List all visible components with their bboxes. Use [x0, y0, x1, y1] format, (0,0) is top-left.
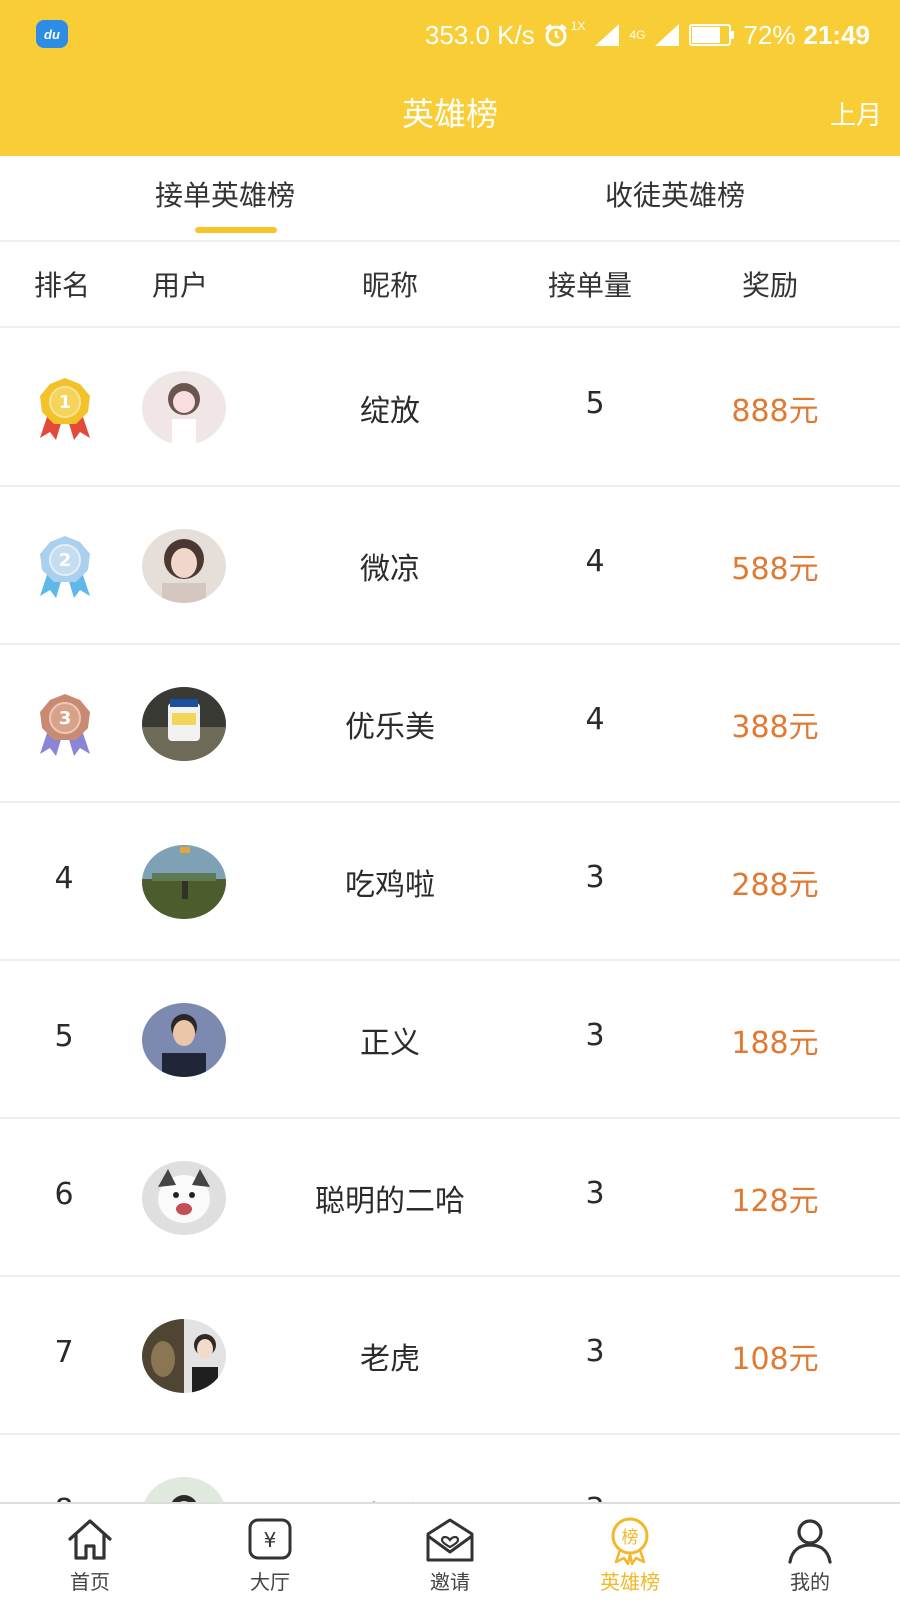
active-tab-indicator	[195, 227, 277, 233]
svg-text:1: 1	[59, 392, 72, 413]
status-bar: du 353.0 K/s 1X 4G 72% 21:49	[0, 0, 900, 70]
page-title: 英雄榜	[401, 95, 498, 133]
user-avatar	[142, 1319, 226, 1393]
nav-hall-label: 大厅	[250, 1570, 290, 1594]
reward-amount: 588元	[731, 552, 819, 587]
battery-icon	[689, 24, 735, 46]
nickname: 正义	[360, 1026, 420, 1061]
nav-mine[interactable]: 我的	[720, 1504, 900, 1602]
last-month-button[interactable]: 上月	[830, 95, 882, 132]
reward-amount: 288元	[731, 868, 819, 903]
reward-amount: 188元	[731, 1026, 819, 1061]
ranking-row[interactable]: 6 聪明的二哈 3 128元	[0, 1118, 900, 1277]
alarm-icon	[543, 22, 569, 48]
order-count: 4	[585, 702, 605, 737]
nickname: 优乐美	[345, 710, 435, 745]
user-avatar	[142, 845, 226, 919]
network-type-label: 4G	[629, 28, 646, 42]
column-header-user: 用户	[152, 269, 209, 302]
svg-text:2: 2	[59, 550, 72, 571]
network-speed: 353.0 K/s	[424, 20, 535, 50]
column-header-order-count: 接单量	[548, 269, 633, 302]
clock: 21:49	[803, 20, 871, 50]
ranking-tabs: 接单英雄榜 收徒英雄榜	[0, 156, 900, 242]
order-count: 3	[585, 1334, 605, 1369]
signal-icon-2	[653, 22, 681, 48]
order-count: 3	[585, 1018, 605, 1053]
column-header-rank: 排名	[34, 269, 91, 302]
user-avatar	[142, 529, 226, 603]
svg-text:¥: ¥	[264, 1528, 277, 1552]
column-header-reward: 奖励	[742, 269, 799, 302]
tab-order-heroes-label: 接单英雄榜	[154, 179, 295, 212]
order-count: 4	[585, 544, 605, 579]
nav-hero-ranking-label: 英雄榜	[600, 1570, 660, 1594]
nickname: 绽放	[360, 394, 420, 429]
svg-text:3: 3	[59, 708, 72, 729]
alarm-superscript: 1X	[570, 19, 586, 33]
bronze-medal-icon: 3	[40, 694, 90, 756]
ranking-row[interactable]: 1 绽放 5 888元	[0, 328, 900, 487]
nav-invite[interactable]: 邀请	[360, 1504, 540, 1602]
home-icon	[68, 1519, 112, 1560]
reward-amount: 888元	[731, 394, 819, 429]
order-count: 5	[585, 386, 605, 421]
invite-envelope-icon	[426, 1518, 474, 1562]
user-avatar	[142, 1161, 226, 1235]
nav-invite-label: 邀请	[430, 1570, 470, 1594]
order-count: 3	[585, 860, 605, 895]
signal-icon-1	[593, 22, 621, 48]
table-header: 排名 用户 昵称 接单量 奖励	[0, 242, 900, 328]
status-indicators: 353.0 K/s 1X 4G 72% 21:49	[425, 18, 870, 52]
ranking-row[interactable]: 4 吃鸡啦 3 288元	[0, 802, 900, 961]
nickname: 老虎	[360, 1342, 420, 1377]
yuan-icon: ¥	[248, 1518, 292, 1560]
rank-number: 7	[54, 1335, 74, 1370]
nav-home-label: 首页	[70, 1570, 110, 1594]
column-header-nickname: 昵称	[362, 269, 419, 302]
battery-percent: 72%	[743, 20, 796, 50]
nav-mine-label: 我的	[790, 1570, 830, 1594]
gold-medal-icon: 1	[40, 378, 90, 440]
reward-amount: 128元	[731, 1184, 819, 1219]
rank-number: 6	[54, 1177, 74, 1212]
ranking-row[interactable]: 3 优乐美 4 388元	[0, 644, 900, 803]
reward-amount: 388元	[731, 710, 819, 745]
rank-number: 5	[54, 1019, 74, 1054]
nav-home[interactable]: 首页	[0, 1504, 180, 1602]
nav-hall[interactable]: ¥ 大厅	[180, 1504, 360, 1602]
user-icon	[788, 1519, 832, 1564]
tab-apprentice-heroes-label: 收徒英雄榜	[604, 179, 745, 212]
reward-amount: 108元	[731, 1342, 819, 1377]
bottom-navigation: 首页 ¥ 大厅 邀请 榜 英雄榜 我的	[0, 1502, 900, 1602]
silver-medal-icon: 2	[40, 536, 90, 598]
user-avatar	[142, 687, 226, 761]
ranking-row[interactable]: 5 正义 3 188元	[0, 960, 900, 1119]
rank-number: 4	[54, 861, 74, 896]
ranking-row[interactable]: 2 微凉 4 588元	[0, 486, 900, 645]
tab-apprentice-heroes[interactable]: 收徒英雄榜	[450, 156, 900, 240]
nickname: 微凉	[360, 552, 420, 587]
svg-text:榜: 榜	[622, 1528, 639, 1548]
user-avatar	[142, 1003, 226, 1077]
baidu-du-app-icon: du	[36, 20, 68, 48]
app-header: 英雄榜 上月	[0, 70, 900, 156]
nickname: 聪明的二哈	[315, 1184, 465, 1219]
user-avatar	[142, 371, 226, 445]
ranking-row[interactable]: 7 老虎 3 108元	[0, 1276, 900, 1435]
nav-hero-ranking[interactable]: 榜 英雄榜	[540, 1504, 720, 1602]
medal-badge-icon: 榜	[611, 1517, 649, 1566]
nickname: 吃鸡啦	[345, 868, 435, 903]
order-count: 3	[585, 1176, 605, 1211]
